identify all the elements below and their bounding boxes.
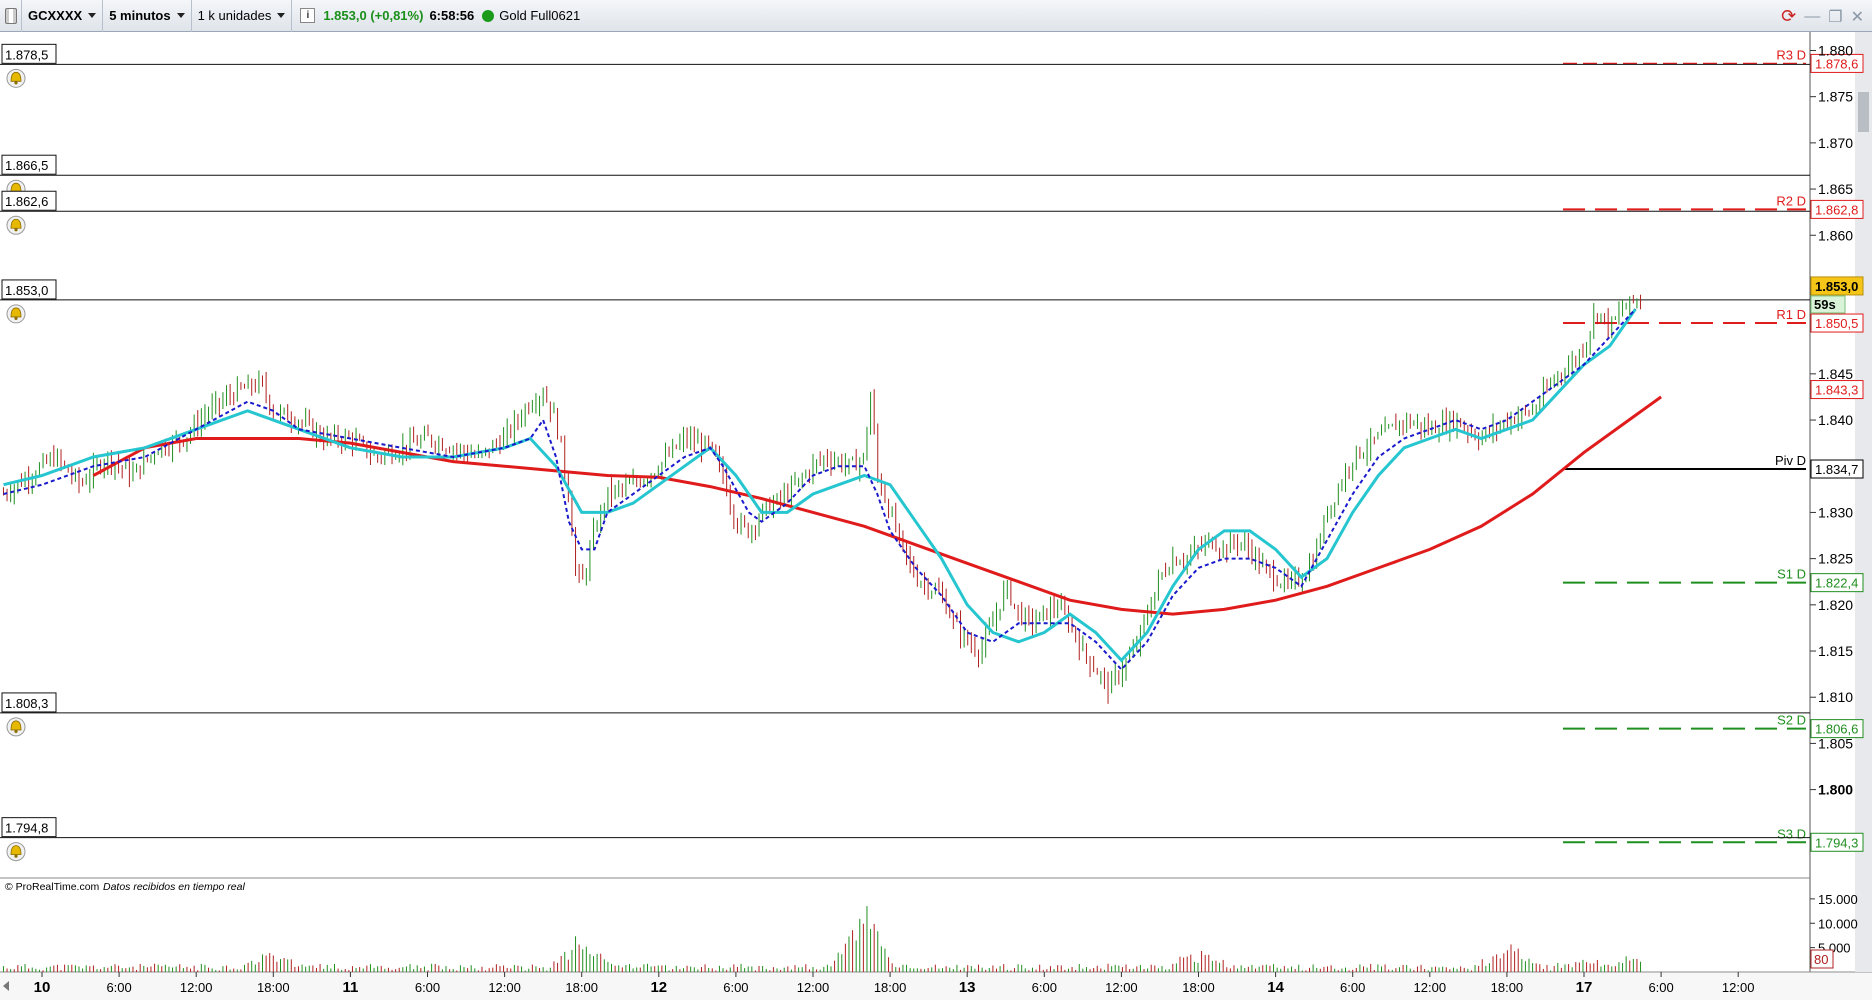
time-tick-label: 6:00 bbox=[415, 980, 440, 995]
price-tick-label: 1.820 bbox=[1818, 597, 1853, 613]
vertical-scrollbar[interactable] bbox=[1855, 32, 1872, 972]
price-tick-label: 1.880 bbox=[1818, 42, 1853, 58]
volume-tick-label: 15.000 bbox=[1818, 892, 1858, 907]
time-tick-label: 18:00 bbox=[565, 980, 598, 995]
alert-value: 1.866,5 bbox=[5, 158, 48, 173]
current-price: 1.853,0 bbox=[1815, 279, 1858, 294]
price-tick-label: 1.805 bbox=[1818, 735, 1853, 751]
pivot-name: Piv D bbox=[1775, 453, 1806, 468]
pivot-name: S2 D bbox=[1777, 713, 1806, 728]
time-tick-label: 6:00 bbox=[1032, 980, 1057, 995]
symbol-selector[interactable]: GCXXXX bbox=[22, 0, 104, 32]
alert-value: 1.878,5 bbox=[5, 47, 48, 62]
price-tick-label: 1.845 bbox=[1818, 366, 1853, 382]
symbol-label: GCXXXX bbox=[28, 8, 83, 23]
watermark-brand: © ProRealTime.com bbox=[5, 881, 100, 893]
time-tick-label: 12:00 bbox=[488, 980, 521, 995]
time-tick-label: 6:00 bbox=[723, 980, 748, 995]
drag-handle-icon[interactable] bbox=[0, 0, 22, 32]
price-tick-label: 1.810 bbox=[1818, 689, 1853, 705]
window-controls: ⟳ — ❐ ✕ bbox=[1781, 6, 1864, 27]
instrument-name: Gold Full0621 bbox=[499, 8, 581, 23]
quote-time: 6:58:56 bbox=[429, 8, 475, 23]
scrollbar-thumb[interactable] bbox=[1858, 92, 1869, 132]
time-tick-label: 12:00 bbox=[1105, 980, 1138, 995]
alert-value: 1.853,0 bbox=[5, 283, 48, 298]
pivot-value: 1.822,4 bbox=[1815, 576, 1858, 591]
time-tick-label: 10 bbox=[34, 979, 51, 996]
price-change: 1.853,0 (+0,81%) bbox=[323, 8, 424, 23]
chevron-down-icon bbox=[88, 13, 97, 18]
chevron-down-icon bbox=[277, 13, 286, 18]
price-tick-label: 1.870 bbox=[1818, 135, 1853, 151]
time-tick-label: 18:00 bbox=[257, 980, 290, 995]
price-tick-label: 1.865 bbox=[1818, 181, 1853, 197]
time-tick-label: 6:00 bbox=[1340, 980, 1365, 995]
time-tick-label: 18:00 bbox=[874, 980, 907, 995]
price-tick-label: 1.830 bbox=[1818, 504, 1853, 520]
realtime-status-icon bbox=[482, 9, 495, 22]
restore-icon[interactable]: ❐ bbox=[1828, 7, 1842, 27]
time-tick-label: 13 bbox=[959, 979, 976, 996]
time-tick-label: 17 bbox=[1576, 979, 1593, 996]
alert-value: 1.862,6 bbox=[5, 194, 48, 209]
bar-countdown: 59s bbox=[1814, 297, 1836, 312]
pivot-value: 1.794,3 bbox=[1815, 835, 1858, 850]
time-tick-label: 12:00 bbox=[180, 980, 213, 995]
price-tick-label: 1.800 bbox=[1818, 782, 1853, 798]
chevron-down-icon bbox=[176, 13, 185, 18]
info-icon[interactable]: i bbox=[300, 8, 316, 23]
time-tick-label: 6:00 bbox=[1648, 980, 1673, 995]
units-label: 1 k unidades bbox=[197, 8, 272, 23]
price-tick-label: 1.875 bbox=[1818, 89, 1853, 105]
time-tick-label: 12:00 bbox=[797, 980, 830, 995]
alert-value: 1.808,3 bbox=[5, 696, 48, 711]
units-selector[interactable]: 1 k unidades bbox=[192, 0, 293, 32]
timeframe-label: 5 minutos bbox=[109, 8, 171, 23]
bell-icon[interactable] bbox=[6, 842, 26, 862]
volume-current: 80 bbox=[1814, 952, 1828, 967]
time-tick-label: 18:00 bbox=[1182, 980, 1215, 995]
price-tick-label: 1.825 bbox=[1818, 551, 1853, 567]
pivot-value: 1.878,6 bbox=[1815, 56, 1858, 71]
chart-area[interactable]: R3 D 1.878,6 R2 D 1.862,8 R1 D 1.850,5 Piv D 1.… bbox=[0, 32, 1872, 1000]
minimize-icon[interactable]: — bbox=[1804, 8, 1820, 26]
watermark-feed: Datos recibidos en tiempo real bbox=[103, 881, 245, 893]
pivot-name: S1 D bbox=[1777, 567, 1806, 582]
close-icon[interactable]: ✕ bbox=[1851, 7, 1864, 27]
timeframe-selector[interactable]: 5 minutos bbox=[103, 0, 192, 32]
time-tick-label: 14 bbox=[1267, 979, 1284, 996]
time-tick-label: 6:00 bbox=[106, 980, 131, 995]
volume-tick-label: 10.000 bbox=[1818, 916, 1858, 931]
pivot-value: 1.862,8 bbox=[1815, 202, 1858, 217]
bell-icon[interactable] bbox=[6, 68, 26, 88]
price-chart[interactable]: R3 D 1.878,6 R2 D 1.862,8 R1 D 1.850,5 Piv D 1.… bbox=[0, 32, 1872, 1000]
bell-icon[interactable] bbox=[6, 304, 26, 324]
price-tick-label: 1.815 bbox=[1818, 643, 1853, 659]
pivot-name: R3 D bbox=[1776, 47, 1806, 62]
pivot-name: R2 D bbox=[1776, 193, 1806, 208]
alert-value: 1.794,8 bbox=[5, 821, 48, 836]
pivot-value: 1.806,6 bbox=[1815, 722, 1858, 737]
price-tick-label: 1.840 bbox=[1818, 412, 1853, 428]
time-tick-label: 11 bbox=[342, 979, 358, 996]
time-tick-label: 12 bbox=[650, 979, 667, 996]
sync-icon[interactable]: ⟳ bbox=[1781, 6, 1796, 27]
time-tick-label: 12:00 bbox=[1722, 980, 1755, 995]
ma-slow-value: 1.843,3 bbox=[1815, 383, 1858, 398]
bell-icon[interactable] bbox=[6, 717, 26, 737]
time-tick-label: 12:00 bbox=[1414, 980, 1447, 995]
chart-toolbar: GCXXXX 5 minutos 1 k unidades i 1.853,0 … bbox=[0, 0, 1872, 32]
pivot-value: 1.834,7 bbox=[1815, 462, 1858, 477]
bell-icon[interactable] bbox=[6, 215, 26, 235]
pivot-value: 1.850,5 bbox=[1815, 316, 1858, 331]
chart-background bbox=[0, 32, 1872, 1000]
price-tick-label: 1.860 bbox=[1818, 227, 1853, 243]
pivot-name: R1 D bbox=[1776, 307, 1806, 322]
time-tick-label: 18:00 bbox=[1491, 980, 1524, 995]
pivot-name: S3 D bbox=[1777, 826, 1806, 841]
